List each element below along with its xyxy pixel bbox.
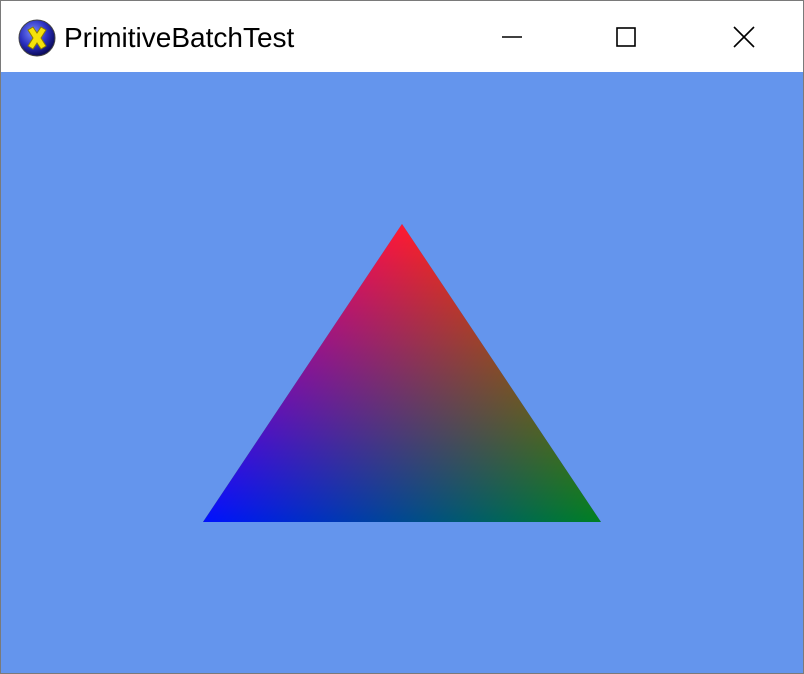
scene-canvas xyxy=(203,224,601,522)
render-surface[interactable] xyxy=(1,72,803,673)
close-button[interactable] xyxy=(687,1,801,72)
app-window: PrimitiveBatchTest xyxy=(0,0,804,674)
maximize-icon xyxy=(616,26,636,47)
maximize-button[interactable] xyxy=(569,1,683,72)
color-triangle xyxy=(203,224,601,522)
directx-icon[interactable] xyxy=(18,19,56,57)
window-title: PrimitiveBatchTest xyxy=(64,22,295,53)
minimize-icon xyxy=(502,35,522,38)
close-icon xyxy=(733,25,755,48)
minimize-button[interactable] xyxy=(455,1,569,72)
title-bar[interactable]: PrimitiveBatchTest xyxy=(1,1,803,72)
